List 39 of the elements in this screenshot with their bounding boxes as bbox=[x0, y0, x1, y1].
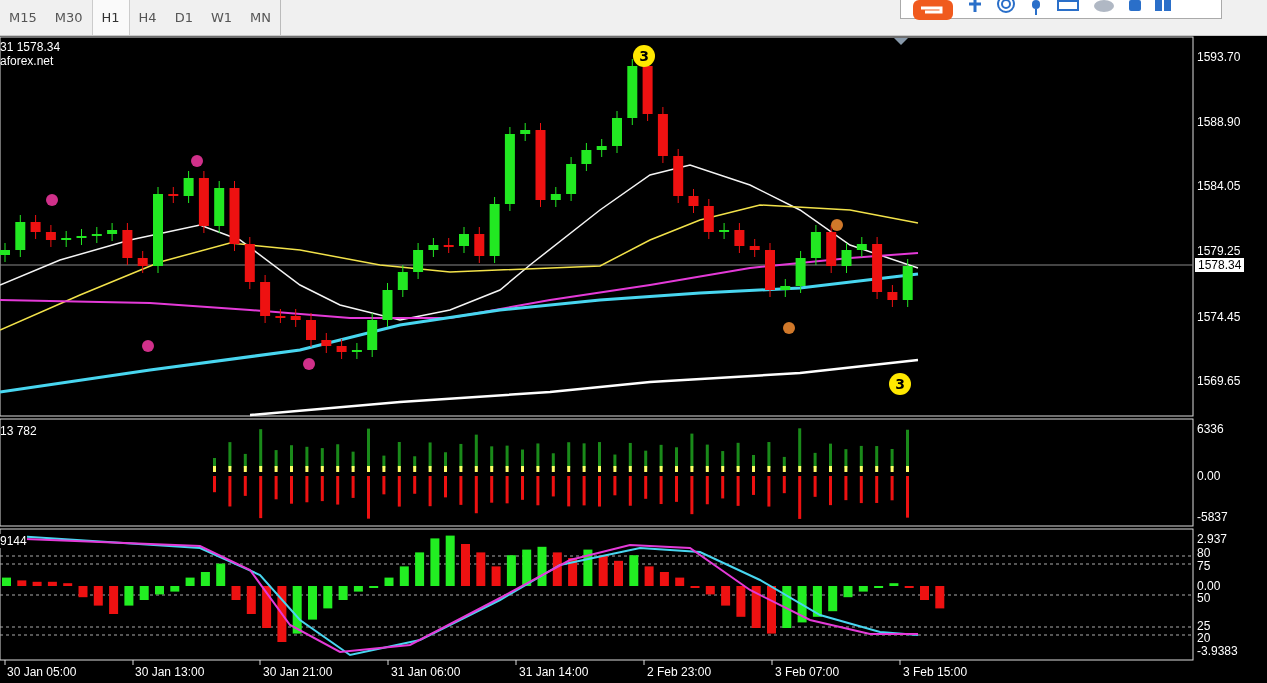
price-label: 1588.90 bbox=[1197, 116, 1241, 129]
time-label: 3 Feb 07:00 bbox=[775, 665, 840, 679]
indicator-scale-label: 80 bbox=[1197, 547, 1211, 560]
indicator-scale-label: 75 bbox=[1197, 560, 1211, 573]
time-label: 30 Jan 21:00 bbox=[263, 665, 333, 679]
timeframe-tab[interactable]: MN bbox=[241, 0, 280, 35]
indicator-scale-label: 0.00 bbox=[1197, 470, 1221, 483]
symbol-info: 31 1578.34 bbox=[0, 40, 61, 54]
price-label: 1584.05 bbox=[1197, 180, 1241, 193]
indicator-scale-label: 0.00 bbox=[1197, 580, 1221, 593]
indicator-scale-label: 6336 bbox=[1197, 423, 1224, 436]
time-label: 3 Feb 15:00 bbox=[903, 665, 968, 679]
price-label: 1593.70 bbox=[1197, 51, 1241, 64]
timeframe-tab[interactable]: M15 bbox=[0, 0, 46, 35]
price-label: 1579.25 bbox=[1197, 245, 1241, 258]
timeframe-tab[interactable]: H4 bbox=[129, 0, 166, 35]
timeframe-tab[interactable]: M30 bbox=[45, 0, 92, 35]
price-label: 1574.45 bbox=[1197, 311, 1241, 324]
indicator-value: 13 782 bbox=[0, 424, 37, 438]
timeframe-tab[interactable]: D1 bbox=[165, 0, 202, 35]
indicator-value: 9144 bbox=[0, 534, 27, 548]
indicator-scale-label: -3.9383 bbox=[1197, 645, 1238, 658]
indicator-scale-label: 50 bbox=[1197, 592, 1211, 605]
time-label: 2 Feb 23:00 bbox=[647, 665, 712, 679]
wave-count-badge: 3 bbox=[633, 45, 655, 67]
wave-count-badge: 3 bbox=[889, 373, 911, 395]
current-price-label: 1578.34 bbox=[1195, 258, 1245, 272]
indicator-scale-label: 2.937 bbox=[1197, 533, 1228, 546]
time-label: 30 Jan 13:00 bbox=[135, 665, 205, 679]
indicator-scale-label: 25 bbox=[1197, 620, 1211, 633]
time-label: 30 Jan 05:00 bbox=[7, 665, 77, 679]
timeframe-tab[interactable]: H1 bbox=[91, 0, 130, 35]
time-label: 31 Jan 14:00 bbox=[519, 665, 589, 679]
broker-label: aforex.net bbox=[0, 54, 54, 68]
timeframe-tab[interactable]: W1 bbox=[201, 0, 242, 35]
price-label: 1569.65 bbox=[1197, 375, 1241, 388]
indicator-scale-label: -5837 bbox=[1197, 511, 1228, 524]
indicator-scale-label: 20 bbox=[1197, 632, 1211, 645]
time-label: 31 Jan 06:00 bbox=[391, 665, 461, 679]
